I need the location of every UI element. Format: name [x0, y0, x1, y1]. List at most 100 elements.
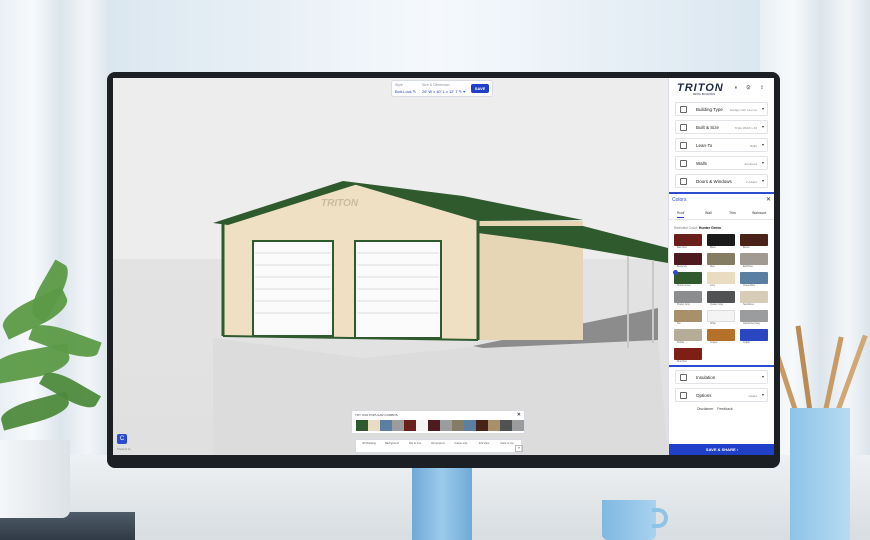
combo-swatch[interactable] — [392, 420, 404, 431]
menu-icon — [680, 178, 687, 185]
logo-subtitle: METAL BUILDINGS — [693, 93, 716, 96]
toolbar-item[interactable]: Background — [381, 442, 403, 445]
color-swatch[interactable] — [707, 310, 735, 322]
color-swatch[interactable] — [740, 272, 768, 284]
menu-value: Triple Width x 40 — [734, 125, 757, 130]
header-icons[interactable]: ⏸ ⚙ ⇪ — [734, 85, 768, 91]
menu-label: Doors & Windows — [696, 179, 732, 184]
selected-color: Selected Color: Hunter Green — [674, 226, 722, 230]
combo-swatch[interactable] — [356, 420, 368, 431]
combos-close-icon[interactable]: ✕ — [517, 412, 521, 418]
save-button[interactable]: SAVE — [471, 84, 489, 93]
disclaimer-link[interactable]: Disclaimer — [697, 407, 713, 411]
menu-icon — [680, 124, 687, 131]
tab-wall[interactable]: Wall — [705, 211, 712, 215]
building-render: TRITON — [213, 181, 668, 455]
combo-swatch[interactable] — [476, 420, 488, 431]
save-share-button[interactable]: SAVE & SHARE › — [669, 444, 774, 455]
building-watermark: TRITON — [321, 198, 359, 209]
view-toolbar: 3D Rotating Background Flip to Out Dimensio… — [355, 439, 522, 453]
menu-icon — [680, 160, 687, 167]
color-swatch[interactable] — [674, 310, 702, 322]
color-swatch[interactable] — [707, 234, 735, 246]
tab-wainscot[interactable]: Wainscot — [752, 211, 766, 215]
swatch-label: Ocean Blue — [743, 285, 756, 287]
color-swatch[interactable] — [674, 272, 702, 284]
plant-pot — [0, 440, 70, 518]
footer-links: Disclaimer Feedback — [697, 407, 733, 411]
pencil-cup — [790, 408, 850, 540]
color-swatch[interactable] — [674, 291, 702, 303]
combo-swatch[interactable] — [452, 420, 464, 431]
swatch-label: Rust Red — [677, 361, 687, 363]
swatch-label: Hunter Green — [677, 285, 691, 287]
monitor-stand — [412, 468, 472, 540]
colors-title: Colors — [672, 197, 687, 203]
help-icon[interactable]: ? — [515, 445, 523, 452]
chevron-down-icon: ▾ — [761, 106, 764, 111]
menu-item-building-type[interactable]: Building Type Garage with Lean-to ▾ — [675, 102, 768, 116]
swatch-label: Barn Red — [677, 247, 687, 249]
swatch-label: Tan — [677, 323, 681, 325]
toolbar-item[interactable]: 3D Rotating — [358, 442, 380, 445]
color-swatch[interactable] — [707, 291, 735, 303]
3d-viewport[interactable]: TRITON Style Bolt-Lock ✎ Size & Dimensio… — [113, 78, 668, 455]
feedback-link[interactable]: Feedback — [717, 407, 732, 411]
combo-swatch[interactable] — [464, 420, 476, 431]
color-swatch[interactable] — [707, 329, 735, 341]
tab-roof[interactable]: Roof — [677, 211, 685, 218]
chevron-down-icon: ▾ — [761, 142, 764, 147]
menu-item-walls[interactable]: Walls Enclosed ▾ — [675, 156, 768, 170]
combo-swatch[interactable] — [380, 420, 392, 431]
combo-swatch[interactable] — [404, 420, 416, 431]
swatch-label: Earthtone — [743, 266, 753, 268]
combo-swatch[interactable] — [440, 420, 452, 431]
chat-button[interactable]: C — [117, 434, 127, 444]
colors-panel: Colors ✕ Roof Wall Trim Wainscot Selecte… — [669, 192, 774, 367]
chevron-down-icon: ▾ — [761, 392, 764, 397]
menu-item-doors-windows[interactable]: Doors & Windows 2 Added ▾ — [675, 174, 768, 188]
toolbar-item[interactable]: Flip to Out — [404, 442, 426, 445]
combo-swatch[interactable] — [500, 420, 512, 431]
combo-swatch[interactable] — [368, 420, 380, 431]
combos-title: TRY OUR POPULAR COMBOS — [355, 413, 398, 417]
window-glass — [110, 0, 760, 72]
powered-by: Powered by — [117, 448, 131, 451]
chevron-down-icon: ▾ — [761, 178, 764, 183]
combo-swatch[interactable] — [488, 420, 500, 431]
menu-item-lean-to[interactable]: Lean-To Right ▾ — [675, 138, 768, 152]
toolbar-item[interactable]: Frame only — [450, 442, 472, 445]
menu-item-insulation[interactable]: Insulation ▾ — [675, 370, 768, 384]
color-swatch[interactable] — [740, 329, 768, 341]
color-swatch[interactable] — [740, 253, 768, 265]
menu-label: Built & Size — [696, 125, 720, 130]
toolbar-item[interactable]: Full View — [473, 442, 495, 445]
menu-label: Insulation — [696, 375, 716, 380]
menu-item-built-size[interactable]: Built & Size Triple Width x 40 ▾ — [675, 120, 768, 134]
colors-close-icon[interactable]: ✕ — [766, 196, 771, 203]
color-swatch[interactable] — [740, 310, 768, 322]
tab-trim[interactable]: Trim — [729, 211, 736, 215]
color-swatch[interactable] — [674, 234, 702, 246]
menu-item-options[interactable]: Options Added ▾ — [675, 388, 768, 402]
menu-label: Lean-To — [696, 143, 713, 148]
swatch-label: Pewter Gray — [677, 304, 690, 306]
color-swatch[interactable] — [674, 253, 702, 265]
color-swatch[interactable] — [707, 272, 735, 284]
menu-icon — [680, 374, 687, 381]
color-swatch[interactable] — [707, 253, 735, 265]
menu-value: Enclosed — [744, 161, 757, 166]
color-swatch[interactable] — [674, 329, 702, 341]
color-swatch[interactable] — [740, 234, 768, 246]
toolbar-item[interactable]: Dimensions — [427, 442, 449, 445]
style-value[interactable]: Bolt-Lock ✎ — [395, 89, 416, 94]
combo-swatch[interactable] — [416, 420, 428, 431]
color-swatch[interactable] — [740, 291, 768, 303]
chevron-down-icon: ▾ — [761, 374, 764, 379]
chevron-down-icon: ▾ — [761, 160, 764, 165]
combo-swatch[interactable] — [512, 420, 524, 431]
combo-swatch[interactable] — [428, 420, 440, 431]
color-swatch[interactable] — [674, 348, 702, 360]
size-value[interactable]: 26' W x 40' L x 12' T ✎ ▾ — [422, 89, 465, 94]
colors-tabs: Roof Wall Trim Wainscot — [669, 208, 774, 220]
